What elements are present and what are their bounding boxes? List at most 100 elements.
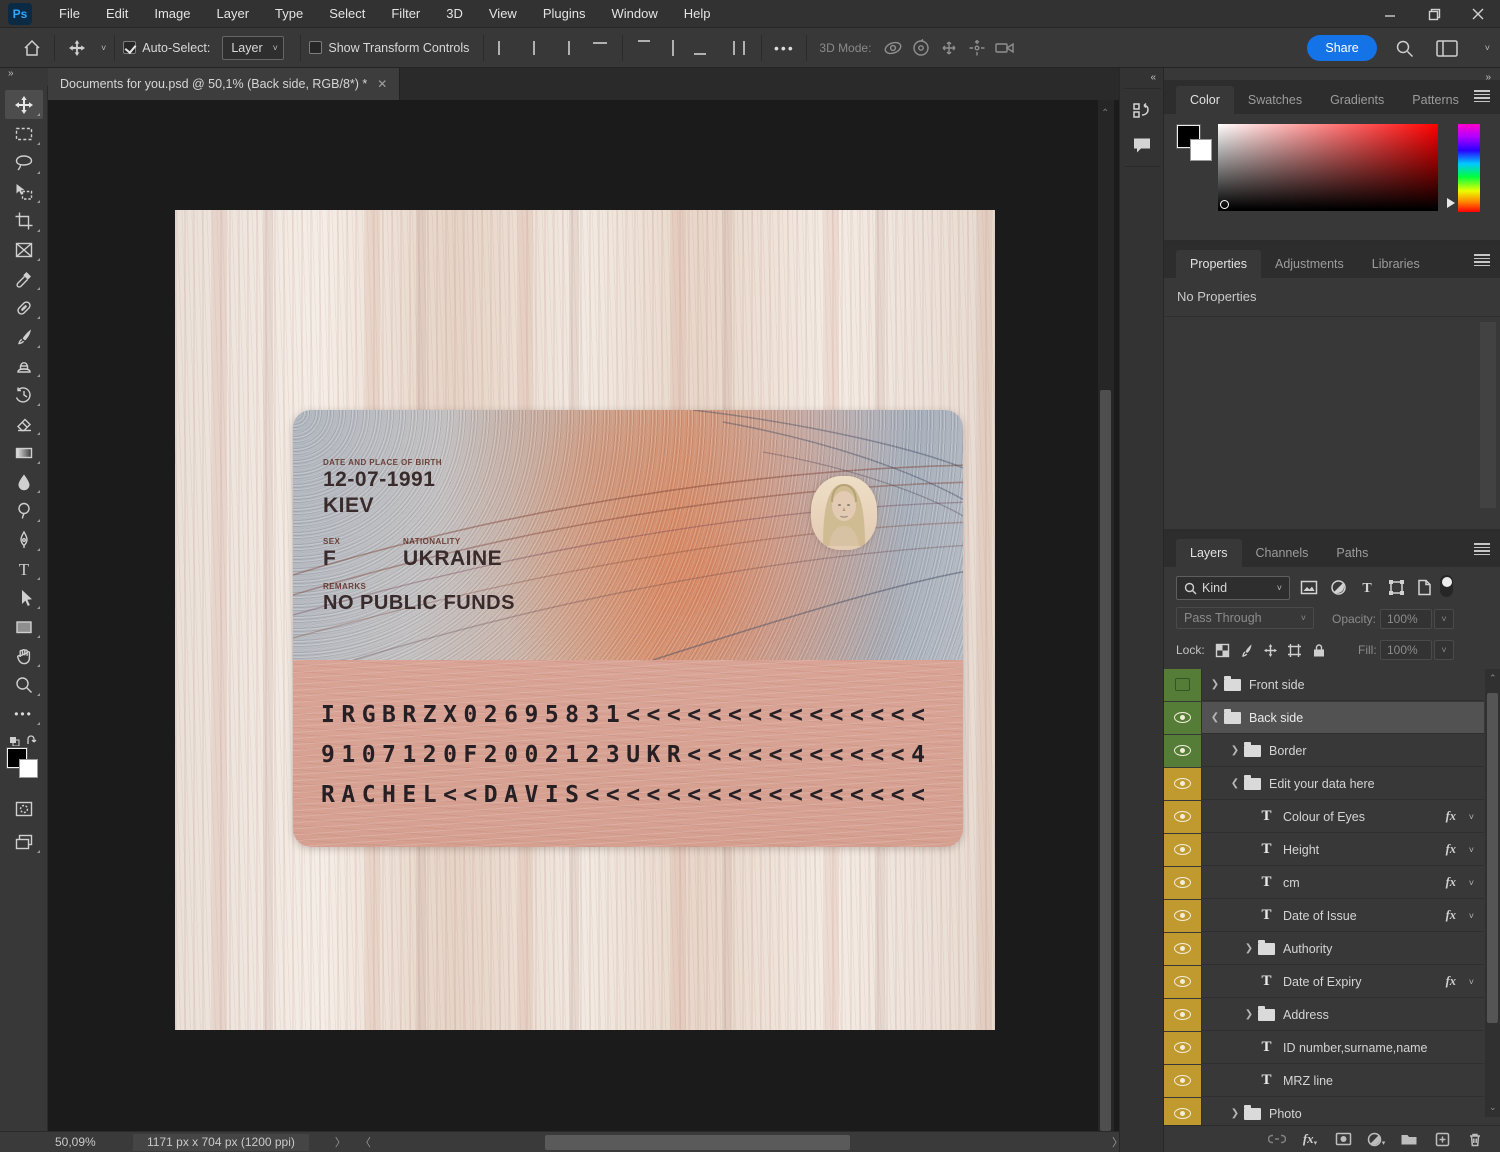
lasso-tool[interactable] (5, 148, 43, 177)
menu-plugins[interactable]: Plugins (530, 0, 599, 28)
tab-libraries[interactable]: Libraries (1358, 250, 1434, 278)
auto-select-checkbox[interactable] (123, 41, 136, 54)
rectangular-marquee-tool[interactable] (5, 119, 43, 148)
document-tab[interactable]: Documents for you.psd @ 50,1% (Back side… (48, 68, 400, 100)
add-layer-mask-icon[interactable] (1332, 1129, 1354, 1149)
3d-orbit-icon[interactable] (879, 34, 907, 62)
distribute-top-icon[interactable] (631, 34, 659, 62)
fx-chevron-icon[interactable]: ˅ (1469, 977, 1474, 987)
lock-transparent-pixels-icon[interactable] (1211, 639, 1235, 661)
layer-filter-kind-dropdown[interactable]: Kind ˅ (1176, 576, 1290, 600)
expand-chevron-icon[interactable]: ❯ (1228, 745, 1242, 756)
fx-chevron-icon[interactable]: ˅ (1469, 878, 1474, 888)
spot-healing-brush-tool[interactable] (5, 293, 43, 322)
layer-filtering-toggle[interactable] (1440, 575, 1453, 597)
canvas-area[interactable]: DATE AND PLACE OF BIRTH 12-07-1991 KIEV … (48, 100, 1119, 1131)
properties-panel-menu-icon[interactable] (1474, 254, 1490, 266)
eyedropper-tool[interactable] (5, 264, 43, 293)
visibility-toggle[interactable] (1164, 933, 1202, 965)
layer-row-colour-of-eyes[interactable]: T Colour of Eyes fx˅ (1164, 801, 1484, 833)
tab-channels[interactable]: Channels (1242, 539, 1323, 567)
dock-collapse-icon[interactable]: « (1150, 72, 1157, 83)
eraser-tool[interactable] (5, 409, 43, 438)
tab-swatches[interactable]: Swatches (1234, 86, 1316, 114)
scroll-up-icon[interactable]: ⌃ (1489, 673, 1497, 684)
distribute-bottom-icon[interactable] (687, 34, 715, 62)
fill-value-field[interactable]: 100% (1380, 640, 1432, 660)
gradient-tool[interactable] (5, 438, 43, 467)
blend-mode-dropdown[interactable]: Pass Through˅ (1176, 607, 1314, 629)
swap-colors-icon[interactable] (8, 732, 42, 746)
layer-style-fx-icon[interactable]: fx▾ (1299, 1129, 1321, 1149)
expand-chevron-icon[interactable]: ❯ (1208, 679, 1222, 690)
tab-gradients[interactable]: Gradients (1316, 86, 1398, 114)
layer-row-mrz-line[interactable]: T MRZ line (1164, 1065, 1484, 1097)
blur-tool[interactable] (5, 467, 43, 496)
fill-chevron-icon[interactable]: ˅ (1434, 640, 1454, 660)
object-selection-tool[interactable] (5, 177, 43, 206)
expand-chevron-icon[interactable]: ❯ (1242, 1009, 1256, 1020)
hue-slider-bar[interactable] (1458, 124, 1480, 212)
menu-view[interactable]: View (476, 0, 530, 28)
scroll-down-icon[interactable]: ⌄ (1489, 1102, 1497, 1113)
menu-edit[interactable]: Edit (93, 0, 141, 28)
zoom-level-field[interactable]: 50,09% (55, 1135, 115, 1149)
layer-row-cm[interactable]: T cm fx˅ (1164, 867, 1484, 899)
distribute-horizontal-icon[interactable] (725, 34, 753, 62)
history-panel-icon[interactable] (1127, 96, 1157, 126)
visibility-toggle[interactable] (1164, 999, 1202, 1031)
align-left-edges-icon[interactable] (492, 34, 520, 62)
pen-tool[interactable] (5, 525, 43, 554)
layer-row-date-of-expiry[interactable]: T Date of Expiry fx˅ (1164, 966, 1484, 998)
history-brush-tool[interactable] (5, 380, 43, 409)
filter-shape-layers-icon[interactable] (1383, 575, 1409, 599)
comments-panel-icon[interactable] (1127, 130, 1157, 160)
visibility-toggle[interactable] (1164, 1032, 1202, 1064)
menu-image[interactable]: Image (141, 0, 203, 28)
workspace-icon[interactable] (1433, 34, 1461, 62)
zoom-tool[interactable] (5, 670, 43, 699)
align-top-edges-icon[interactable] (586, 34, 614, 62)
layer-row-authority[interactable]: ❯ Authority (1164, 933, 1484, 965)
menu-help[interactable]: Help (671, 0, 724, 28)
distribute-vertical-centers-icon[interactable] (659, 34, 687, 62)
adjustment-layer-icon[interactable]: ▾ (1365, 1129, 1387, 1149)
3d-roll-icon[interactable] (907, 34, 935, 62)
menu-type[interactable]: Type (262, 0, 316, 28)
visibility-toggle[interactable] (1164, 702, 1202, 734)
opacity-chevron-icon[interactable]: ˅ (1434, 609, 1454, 629)
opacity-value-field[interactable]: 100% (1380, 609, 1432, 629)
visibility-toggle[interactable] (1164, 669, 1202, 701)
fx-chevron-icon[interactable]: ˅ (1469, 845, 1474, 855)
scroll-left-icon[interactable]: 〈 (360, 1134, 371, 1150)
layer-row-address[interactable]: ❯ Address (1164, 999, 1484, 1031)
canvas-vertical-scrollbar[interactable]: ⌃ (1098, 100, 1114, 1131)
new-group-icon[interactable] (1398, 1129, 1420, 1149)
menu-3d[interactable]: 3D (433, 0, 476, 28)
expand-chevron-icon[interactable]: ❯ (1228, 1108, 1242, 1119)
layer-row-id-number-surname-name[interactable]: T ID number,surname,name (1164, 1032, 1484, 1064)
menu-file[interactable]: File (46, 0, 93, 28)
status-chevron-right-icon[interactable]: 〉 (335, 1134, 346, 1150)
clone-stamp-tool[interactable] (5, 351, 43, 380)
lock-position-icon[interactable] (1259, 639, 1283, 661)
show-transform-checkbox[interactable] (309, 41, 322, 54)
minimize-button[interactable] (1368, 0, 1412, 28)
layer-effects-fx[interactable]: fx (1446, 809, 1456, 824)
layer-row-border[interactable]: ❯ Border (1164, 735, 1484, 767)
layer-row-date-of-issue[interactable]: T Date of Issue fx˅ (1164, 900, 1484, 932)
brush-tool[interactable] (5, 322, 43, 351)
frame-tool[interactable] (5, 235, 43, 264)
visibility-toggle[interactable] (1164, 735, 1202, 767)
more-options-icon[interactable]: ••• (770, 34, 798, 62)
new-layer-icon[interactable] (1431, 1129, 1453, 1149)
align-right-edges-icon[interactable] (548, 34, 576, 62)
fx-chevron-icon[interactable]: ˅ (1469, 812, 1474, 822)
layer-row-back-side[interactable]: ❮ Back side (1164, 702, 1484, 734)
type-tool[interactable]: T (5, 554, 43, 583)
tab-layers[interactable]: Layers (1176, 539, 1242, 567)
auto-select-target-dropdown[interactable]: Layer˅ (222, 36, 284, 60)
screen-mode-icon[interactable] (5, 827, 43, 856)
3d-pan-icon[interactable] (935, 34, 963, 62)
tab-adjustments[interactable]: Adjustments (1261, 250, 1358, 278)
